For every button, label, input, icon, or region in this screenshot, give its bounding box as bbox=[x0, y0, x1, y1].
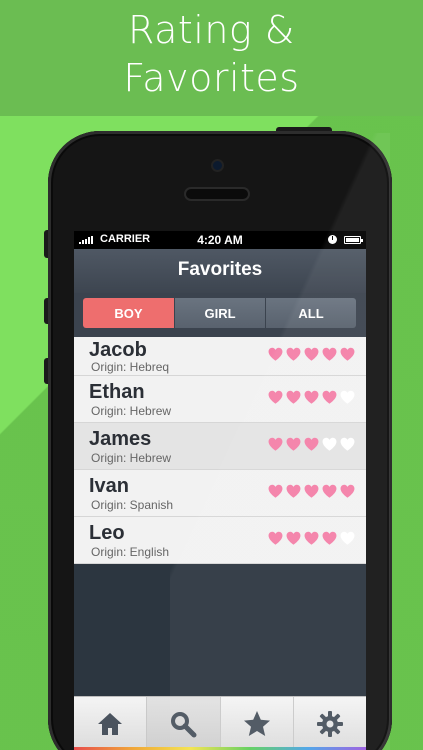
heart-filled-icon[interactable] bbox=[321, 530, 338, 546]
heart-filled-icon[interactable] bbox=[285, 483, 302, 499]
list-item[interactable]: Ethan Origin: Hebrew bbox=[74, 376, 366, 423]
heart-filled-icon[interactable] bbox=[285, 389, 302, 405]
tab-settings[interactable] bbox=[294, 697, 366, 750]
segment-girl[interactable]: GIRL bbox=[175, 298, 265, 328]
heart-empty-icon[interactable] bbox=[339, 436, 356, 452]
heart-filled-icon[interactable] bbox=[303, 530, 320, 546]
name-title: Ethan bbox=[89, 381, 145, 403]
search-icon bbox=[171, 711, 197, 737]
battery-icon bbox=[344, 236, 363, 244]
heart-filled-icon[interactable] bbox=[285, 436, 302, 452]
heart-filled-icon[interactable] bbox=[267, 389, 284, 405]
headline: Rating & Favorites bbox=[0, 6, 423, 102]
list-item[interactable]: James Origin: Hebrew bbox=[74, 423, 366, 470]
status-bar: CARRIER 4:20 AM bbox=[74, 231, 366, 249]
status-time: 4:20 AM bbox=[197, 233, 243, 247]
page-title: Favorites bbox=[177, 259, 263, 280]
heart-empty-icon[interactable] bbox=[339, 530, 356, 546]
heart-filled-icon[interactable] bbox=[339, 346, 356, 362]
rating-hearts[interactable] bbox=[267, 436, 356, 452]
heart-filled-icon[interactable] bbox=[339, 483, 356, 499]
rating-hearts[interactable] bbox=[267, 389, 356, 405]
heart-filled-icon[interactable] bbox=[303, 483, 320, 499]
heart-filled-icon[interactable] bbox=[267, 436, 284, 452]
name-origin: Origin: English bbox=[91, 545, 170, 559]
segment-all[interactable]: ALL bbox=[266, 298, 356, 328]
list-item[interactable]: Leo Origin: English bbox=[74, 517, 366, 564]
heart-filled-icon[interactable] bbox=[321, 389, 338, 405]
heart-filled-icon[interactable] bbox=[285, 346, 302, 362]
list-item[interactable]: Ivan Origin: Spanish bbox=[74, 470, 366, 517]
headline-line-2: Favorites bbox=[123, 56, 300, 100]
front-camera bbox=[213, 161, 222, 170]
segment-boy[interactable]: BOY bbox=[83, 298, 174, 328]
navigation-bar: Favorites bbox=[74, 249, 366, 293]
heart-filled-icon[interactable] bbox=[303, 389, 320, 405]
name-title: Ivan bbox=[89, 475, 130, 497]
rating-hearts[interactable] bbox=[267, 346, 356, 362]
heart-filled-icon[interactable] bbox=[321, 346, 338, 362]
tab-home[interactable] bbox=[74, 697, 148, 750]
name-title: James bbox=[89, 428, 152, 450]
star-icon bbox=[243, 710, 270, 736]
heart-filled-icon[interactable] bbox=[321, 483, 338, 499]
alarm-icon bbox=[328, 235, 337, 244]
earpiece-speaker bbox=[186, 189, 248, 199]
name-origin: Origin: Hebrew bbox=[91, 404, 172, 418]
list-item[interactable]: Jacob Origin: Hebreq bbox=[74, 337, 366, 376]
heart-empty-icon[interactable] bbox=[321, 436, 338, 452]
gear-icon bbox=[316, 710, 343, 737]
name-origin: Origin: Hebrew bbox=[91, 451, 172, 465]
heart-filled-icon[interactable] bbox=[267, 346, 284, 362]
tab-search[interactable] bbox=[147, 697, 221, 750]
phone-screen: CARRIER 4:20 AM Favorites BOY GIRL ALL J… bbox=[74, 231, 366, 750]
name-title: Leo bbox=[89, 522, 125, 544]
tab-favorites[interactable] bbox=[221, 697, 294, 750]
tab-bar bbox=[74, 696, 366, 750]
heart-filled-icon[interactable] bbox=[303, 346, 320, 362]
heart-filled-icon[interactable] bbox=[267, 483, 284, 499]
heart-filled-icon[interactable] bbox=[303, 436, 320, 452]
headline-line-1: Rating & bbox=[128, 8, 295, 52]
rating-hearts[interactable] bbox=[267, 530, 356, 546]
gender-filter: BOY GIRL ALL bbox=[74, 293, 366, 337]
heart-filled-icon[interactable] bbox=[285, 530, 302, 546]
heart-empty-icon[interactable] bbox=[339, 389, 356, 405]
heart-filled-icon[interactable] bbox=[267, 530, 284, 546]
favorites-list: Jacob Origin: Hebreq Ethan Origin: Hebre… bbox=[74, 337, 366, 564]
name-origin: Origin: Spanish bbox=[91, 498, 174, 512]
name-title: Jacob bbox=[89, 339, 147, 361]
rating-hearts[interactable] bbox=[267, 483, 356, 499]
name-origin: Origin: Hebreq bbox=[91, 360, 170, 374]
home-icon bbox=[98, 712, 123, 735]
